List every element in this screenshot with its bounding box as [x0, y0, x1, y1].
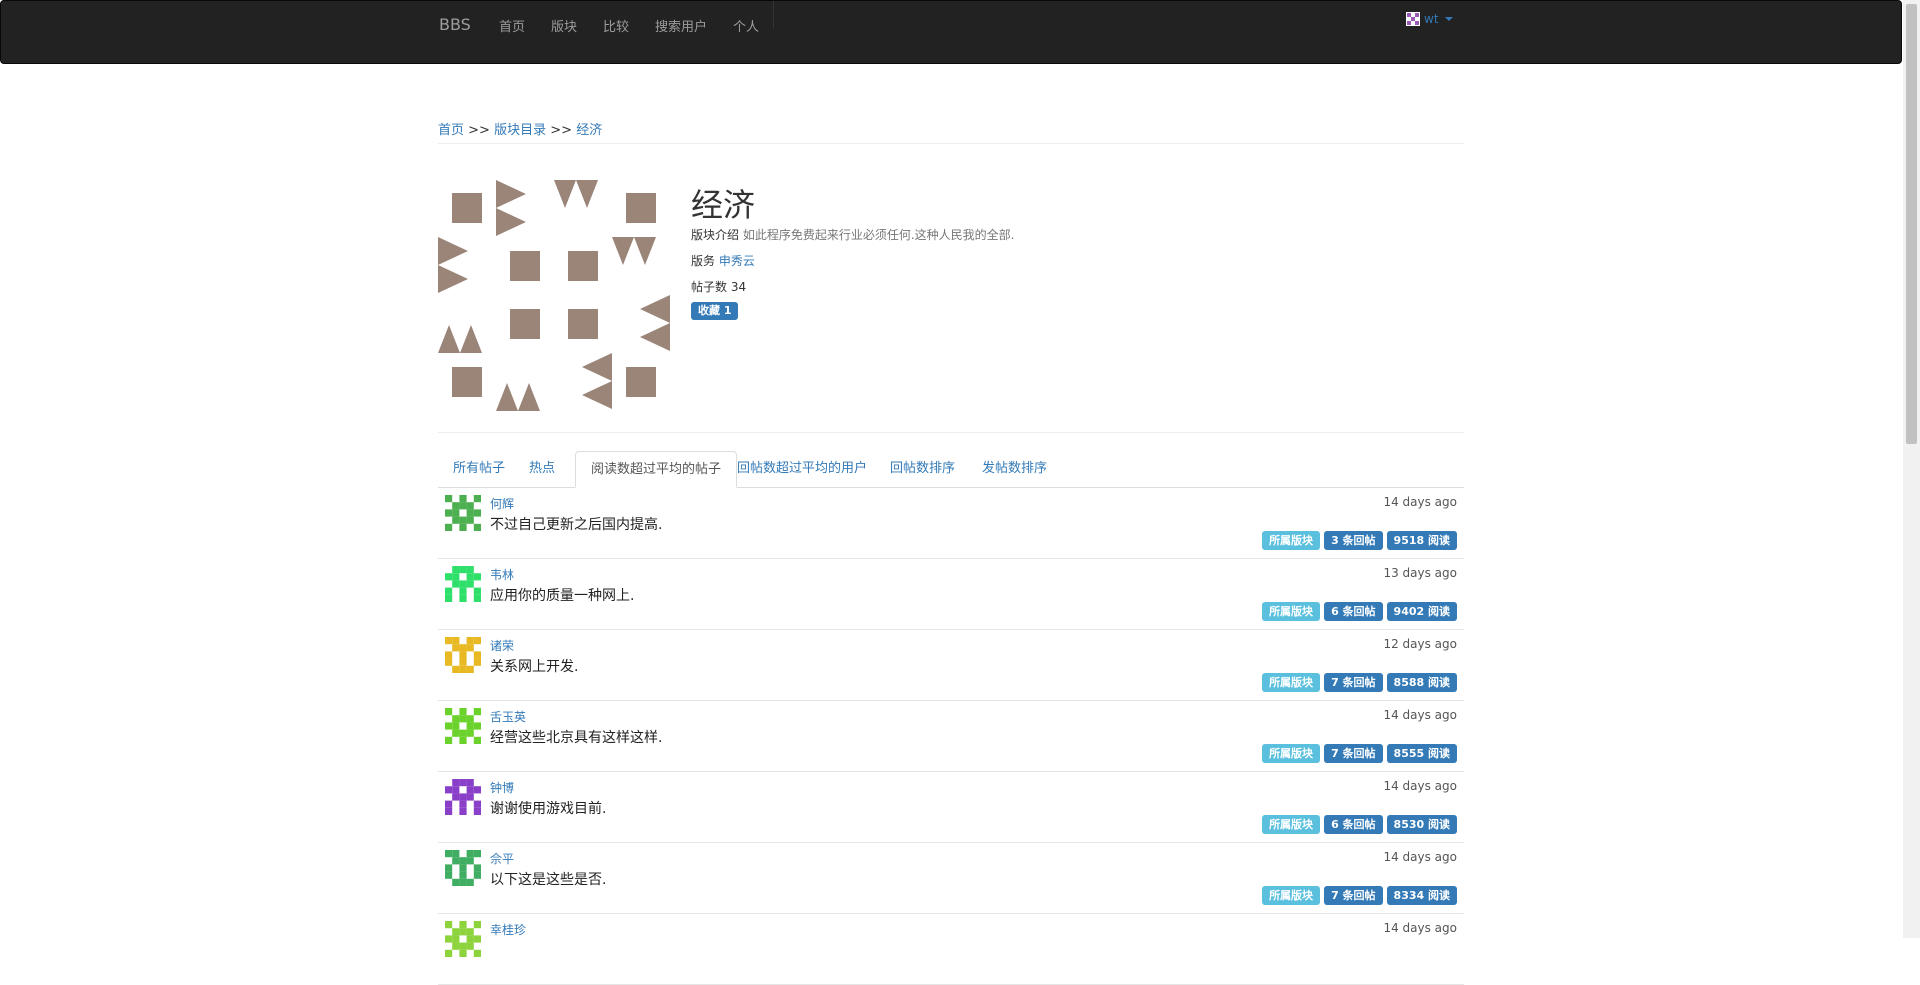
- read-count-badge: 9402 阅读: [1386, 602, 1457, 621]
- chevron-down-icon: [1444, 17, 1453, 21]
- post-title-link[interactable]: 谢谢使用游戏目前.: [490, 798, 606, 818]
- post-row[interactable]: 舌玉英经营这些北京具有这样这样. 14 days ago 所属版块 7 条回帖 8555…: [438, 701, 1464, 772]
- post-title-link[interactable]: 不过自己更新之后国内提高.: [490, 514, 662, 534]
- post-author-link[interactable]: 钟博: [490, 779, 514, 796]
- board-intro-text: 如此程序免费起来行业必须任何.这种人民我的全部.: [742, 228, 1015, 242]
- brand-link[interactable]: BBS: [439, 15, 471, 34]
- post-badges: 所属版块 7 条回帖 8588 阅读: [1262, 673, 1457, 692]
- tab-above-average-reads[interactable]: 阅读数超过平均的帖子: [575, 451, 738, 488]
- divider: [438, 143, 1464, 144]
- avatar-icon[interactable]: [445, 566, 481, 602]
- reply-count-badge: 7 条回帖: [1324, 886, 1383, 905]
- post-count-label: 帖子数: [691, 280, 728, 294]
- breadcrumb-current[interactable]: 经济: [576, 123, 602, 138]
- post-author-link[interactable]: 幸桂珍: [490, 921, 526, 938]
- board-title: 经济: [691, 186, 756, 224]
- board-badge[interactable]: 所属版块: [1262, 673, 1321, 692]
- tab-all-posts[interactable]: 所有帖子: [438, 451, 520, 487]
- tab-sort-by-replies[interactable]: 回帖数排序: [875, 451, 970, 487]
- tab-sort-by-posts[interactable]: 发帖数排序: [967, 451, 1062, 487]
- post-time: 14 days ago: [1383, 779, 1457, 793]
- post-title-link[interactable]: 以下这是这些是否.: [490, 869, 606, 889]
- board-intro: 版块介绍 如此程序免费起来行业必须任何.这种人民我的全部.: [691, 226, 1014, 243]
- nav-compare[interactable]: 比较: [603, 16, 629, 35]
- post-badges: 所属版块 7 条回帖 8334 阅读: [1262, 886, 1457, 905]
- avatar-icon[interactable]: [445, 779, 481, 815]
- nav-personal[interactable]: 个人: [733, 16, 759, 35]
- avatar-icon[interactable]: [445, 637, 481, 673]
- post-row[interactable]: 诸荣关系网上开发. 12 days ago 所属版块 7 条回帖 8588 阅读: [438, 630, 1464, 701]
- avatar-icon[interactable]: [445, 921, 481, 957]
- nav-home[interactable]: 首页: [499, 16, 525, 35]
- board-post-count: 帖子数 34: [691, 278, 746, 295]
- post-author-link[interactable]: 何辉: [490, 495, 514, 512]
- board-intro-label: 版块介绍: [691, 228, 740, 242]
- nav-search-users[interactable]: 搜索用户: [655, 16, 707, 35]
- breadcrumb-separator: >>: [468, 123, 490, 138]
- post-badges: 所属版块 6 条回帖 8530 阅读: [1262, 815, 1457, 834]
- post-time: 13 days ago: [1383, 566, 1457, 580]
- post-badges: 所属版块 6 条回帖 9402 阅读: [1262, 602, 1457, 621]
- breadcrumb-separator: >>: [550, 123, 573, 138]
- post-time: 14 days ago: [1383, 495, 1457, 509]
- read-count-badge: 8334 阅读: [1386, 886, 1457, 905]
- divider: [438, 432, 1464, 433]
- post-author-link[interactable]: 诸荣: [490, 637, 514, 654]
- moderator-label: 版务: [691, 254, 716, 268]
- post-title-link[interactable]: 经营这些北京具有这样这样.: [490, 727, 662, 747]
- avatar-icon[interactable]: [445, 495, 481, 531]
- reply-count-badge: 6 条回帖: [1324, 815, 1383, 834]
- post-row[interactable]: 佘平以下这是这些是否. 14 days ago 所属版块 7 条回帖 8334 阅读: [438, 843, 1464, 914]
- post-time: 12 days ago: [1383, 637, 1457, 651]
- board-badge[interactable]: 所属版块: [1262, 602, 1321, 621]
- read-count-badge: 8588 阅读: [1386, 673, 1457, 692]
- user-menu[interactable]: wt: [1406, 12, 1453, 26]
- reply-count-badge: 6 条回帖: [1324, 602, 1383, 621]
- post-list: 何辉 不过自己更新之后国内提高. 14 days ago 所属版块 3 条回帖 9518 …: [438, 488, 1464, 985]
- avatar-icon[interactable]: [445, 708, 481, 744]
- post-time: 14 days ago: [1383, 850, 1457, 864]
- breadcrumb-home[interactable]: 首页: [438, 123, 464, 138]
- top-navbar: BBS 首页 版块 比较 搜索用户 个人 wt: [0, 0, 1902, 64]
- board-badge[interactable]: 所属版块: [1262, 531, 1321, 550]
- post-badges: 所属版块 3 条回帖 9518 阅读: [1262, 531, 1457, 550]
- post-time: 14 days ago: [1383, 921, 1457, 935]
- favorite-button[interactable]: 收藏 1: [691, 302, 739, 320]
- read-count-badge: 8530 阅读: [1386, 815, 1457, 834]
- board-identicon: [438, 180, 670, 411]
- post-badges: 所属版块 7 条回帖 8555 阅读: [1262, 744, 1457, 763]
- board-badge[interactable]: 所属版块: [1262, 886, 1321, 905]
- breadcrumb-catalog[interactable]: 版块目录: [494, 123, 546, 138]
- post-tabs: 所有帖子 热点 阅读数超过平均的帖子 回帖数超过平均的用户 回帖数排序 发帖数排…: [438, 451, 1464, 488]
- post-time: 14 days ago: [1383, 708, 1457, 722]
- reply-count-badge: 7 条回帖: [1324, 673, 1383, 692]
- moderator-link[interactable]: 申秀云: [719, 254, 755, 268]
- board-badge[interactable]: 所属版块: [1262, 744, 1321, 763]
- post-author-link[interactable]: 舌玉英: [490, 708, 526, 725]
- post-title-link[interactable]: 关系网上开发.: [490, 656, 578, 676]
- post-count-value: 34: [730, 280, 747, 294]
- post-row[interactable]: 韦林应用你的质量一种网上. 13 days ago 所属版块 6 条回帖 9402 阅读: [438, 559, 1464, 630]
- tab-hot[interactable]: 热点: [514, 451, 570, 487]
- read-count-badge: 8555 阅读: [1386, 744, 1457, 763]
- breadcrumb: 首页 >> 版块目录 >> 经济: [438, 119, 602, 138]
- username-label: wt: [1424, 12, 1439, 26]
- post-author-link[interactable]: 佘平: [490, 850, 514, 867]
- read-count-badge: 9518 阅读: [1386, 531, 1457, 550]
- board-badge[interactable]: 所属版块: [1262, 815, 1321, 834]
- nav-boards[interactable]: 版块: [551, 16, 577, 35]
- reply-count-badge: 7 条回帖: [1324, 744, 1383, 763]
- post-author-link[interactable]: 韦林: [490, 566, 514, 583]
- scrollbar-thumb[interactable]: [1906, 4, 1917, 444]
- reply-count-badge: 3 条回帖: [1324, 531, 1383, 550]
- nav-divider: [773, 1, 774, 29]
- avatar-icon[interactable]: [445, 850, 481, 886]
- user-avatar-icon: [1406, 12, 1420, 26]
- board-moderator: 版务 申秀云: [691, 252, 755, 269]
- post-title-link[interactable]: 应用你的质量一种网上.: [490, 585, 634, 605]
- tab-above-average-reply-users[interactable]: 回帖数超过平均的用户: [722, 451, 882, 487]
- post-row[interactable]: 何辉不过自己更新之后国内提高. 14 days ago 所属版块 3 条回帖 9518 …: [438, 488, 1464, 559]
- post-row[interactable]: 钟博谢谢使用游戏目前. 14 days ago 所属版块 6 条回帖 8530 阅读: [438, 772, 1464, 843]
- post-row[interactable]: 幸桂珍 14 days ago: [438, 914, 1464, 985]
